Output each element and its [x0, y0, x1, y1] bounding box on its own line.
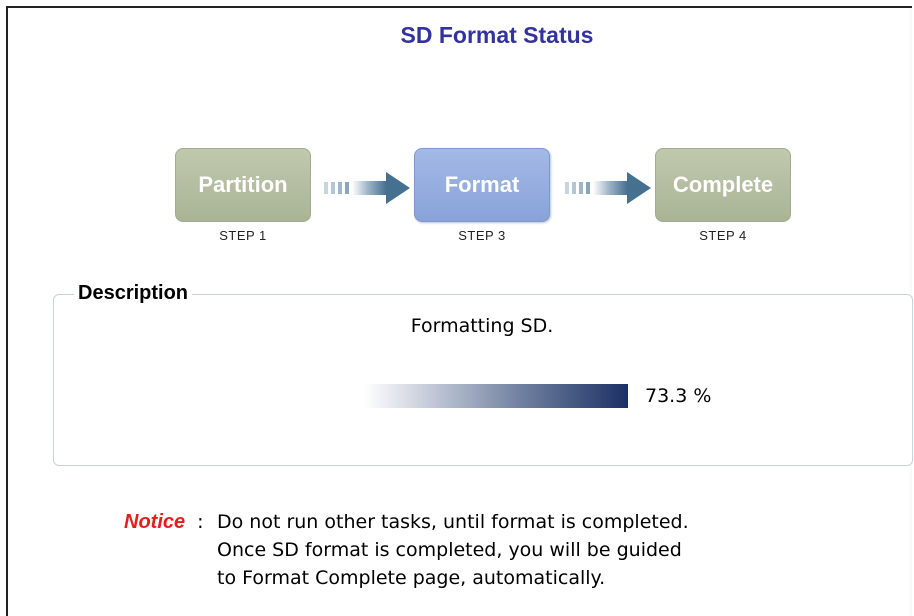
step-complete-caption: STEP 4	[699, 228, 747, 243]
step-format-box: Format	[414, 148, 550, 222]
step-partition-caption: STEP 1	[219, 228, 267, 243]
step-format: Format STEP 3	[414, 148, 550, 243]
notice: Notice :	[124, 508, 204, 536]
notice-separator: :	[197, 511, 204, 533]
description-legend: Description	[74, 282, 193, 305]
notice-text: Do not run other tasks, until format is …	[217, 508, 689, 592]
step-partition: Partition STEP 1	[175, 148, 311, 243]
status-text: Formatting SD.	[410, 315, 554, 337]
step-complete-box: Complete	[655, 148, 791, 222]
page-title: SD Format Status	[400, 22, 594, 48]
step-partition-box: Partition	[175, 148, 311, 222]
step-format-caption: STEP 3	[458, 228, 506, 243]
notice-line-1: Do not run other tasks, until format is …	[217, 511, 689, 533]
progress-percent: 73.3 %	[645, 385, 712, 407]
notice-label: Notice	[124, 511, 186, 533]
right-arrow-icon	[324, 172, 410, 204]
progress-bar	[364, 384, 628, 408]
notice-line-3: to Format Complete page, automatically.	[217, 567, 606, 589]
progress-bar-fill	[364, 384, 628, 408]
right-arrow-icon	[565, 172, 651, 204]
notice-line-2: Once SD format is completed, you will be…	[217, 539, 682, 561]
step-complete: Complete STEP 4	[655, 148, 791, 243]
